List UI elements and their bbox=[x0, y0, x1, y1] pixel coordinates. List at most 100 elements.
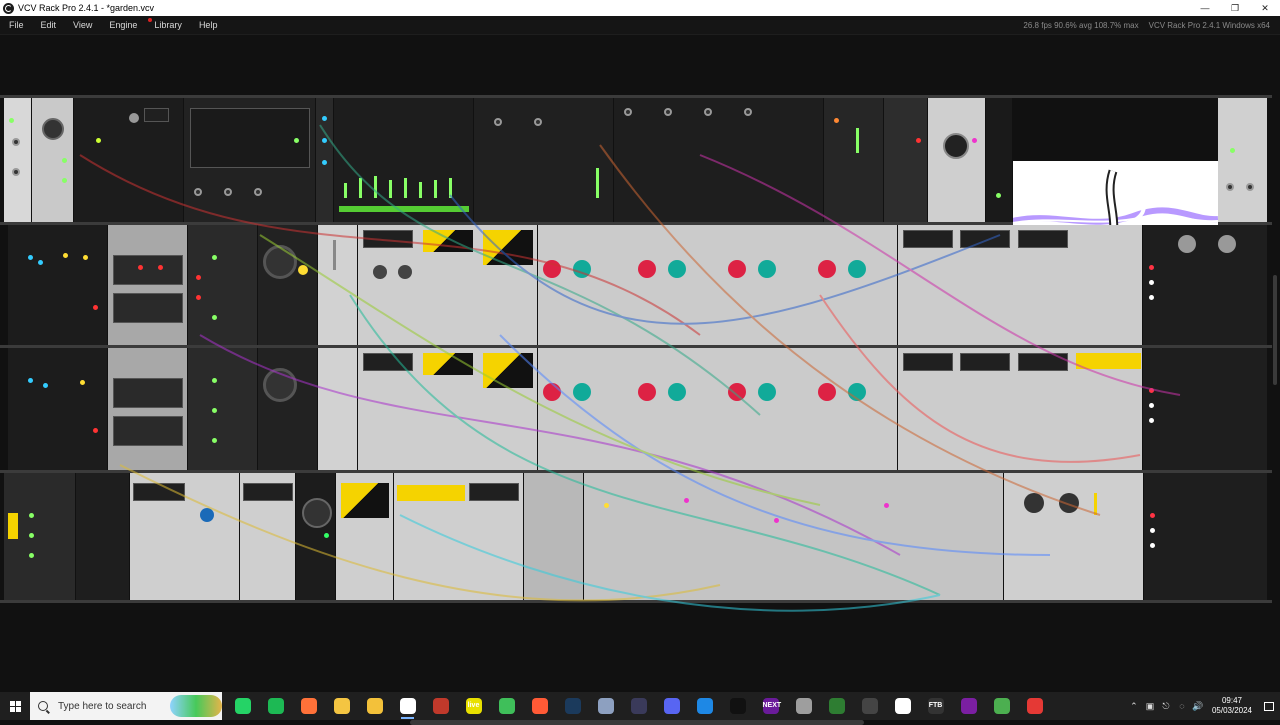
module-panel[interactable] bbox=[318, 348, 358, 470]
horizontal-scrollbar[interactable] bbox=[410, 720, 864, 725]
module-panel[interactable] bbox=[524, 473, 584, 600]
module-panel[interactable] bbox=[76, 473, 130, 600]
app-dark-icon-glyph bbox=[861, 698, 878, 714]
obs-icon-glyph bbox=[630, 698, 647, 714]
search-highlight-image bbox=[170, 695, 222, 717]
ftb-icon[interactable]: FTB bbox=[919, 692, 952, 720]
vcv-rack-app-icon bbox=[3, 2, 14, 14]
file-explorer-icon[interactable] bbox=[358, 692, 391, 720]
module-panel[interactable] bbox=[1144, 473, 1268, 600]
app-purple-icon-glyph bbox=[960, 698, 977, 714]
tool-icon-glyph bbox=[597, 698, 614, 714]
obs-icon[interactable] bbox=[622, 692, 655, 720]
app-purple-icon[interactable] bbox=[952, 692, 985, 720]
module-panel[interactable] bbox=[32, 98, 74, 222]
app-blue-icon[interactable] bbox=[688, 692, 721, 720]
module-panel[interactable] bbox=[898, 225, 1143, 345]
module-panel[interactable] bbox=[184, 98, 316, 222]
module-panel[interactable] bbox=[898, 348, 1143, 470]
module-panel[interactable] bbox=[4, 98, 32, 222]
module-panel[interactable] bbox=[318, 225, 358, 345]
module-panel[interactable] bbox=[188, 348, 258, 470]
taskbar-search[interactable]: Type here to search bbox=[30, 692, 222, 720]
module-panel[interactable] bbox=[614, 98, 824, 222]
menu-edit[interactable]: Edit bbox=[32, 20, 65, 30]
whatsapp-icon[interactable] bbox=[226, 692, 259, 720]
module-panel[interactable] bbox=[358, 348, 538, 470]
module-panel[interactable] bbox=[394, 473, 524, 600]
module-panel[interactable] bbox=[108, 348, 188, 470]
module-panel[interactable] bbox=[1218, 98, 1268, 222]
app-white-icon-glyph bbox=[894, 698, 911, 714]
volume-icon[interactable]: 🔊 bbox=[1190, 701, 1206, 712]
module-panel[interactable] bbox=[1004, 473, 1144, 600]
module-panel[interactable] bbox=[986, 98, 1013, 222]
module-panel[interactable] bbox=[358, 225, 538, 345]
module-panel[interactable] bbox=[74, 98, 184, 222]
module-panel[interactable] bbox=[1143, 348, 1268, 470]
app-dark-icon[interactable] bbox=[853, 692, 886, 720]
steam-icon[interactable] bbox=[556, 692, 589, 720]
network-adapter-icon[interactable]: ▣ bbox=[1142, 701, 1158, 712]
maximize-icon[interactable]: ❐ bbox=[1220, 0, 1250, 16]
module-panel[interactable] bbox=[130, 473, 240, 600]
rack-canvas[interactable] bbox=[0, 35, 1280, 725]
module-panel[interactable] bbox=[258, 348, 318, 470]
wifi-icon[interactable]: ◌ bbox=[1174, 701, 1190, 711]
vcv-rack-icon[interactable] bbox=[391, 692, 424, 720]
module-panel[interactable] bbox=[258, 225, 318, 345]
module-panel[interactable] bbox=[316, 98, 334, 222]
module-panel[interactable] bbox=[336, 473, 394, 600]
sequencer-module[interactable] bbox=[8, 348, 108, 470]
discord-icon[interactable] bbox=[655, 692, 688, 720]
notifications-icon[interactable] bbox=[1258, 692, 1280, 720]
version-label: VCV Rack Pro 2.4.1 Windows x64 bbox=[1148, 20, 1270, 30]
minimize-icon[interactable]: — bbox=[1190, 0, 1220, 16]
module-panel[interactable] bbox=[4, 473, 76, 600]
menu-file[interactable]: File bbox=[0, 20, 32, 30]
next-icon-glyph: NEXT bbox=[762, 698, 781, 714]
menu-library[interactable]: Library bbox=[145, 18, 190, 30]
module-panel[interactable] bbox=[188, 225, 258, 345]
shield-icon[interactable] bbox=[490, 692, 523, 720]
title-bar: VCV Rack Pro 2.4.1 - *garden.vcv — ❐ ✕ bbox=[0, 0, 1280, 16]
module-panel[interactable] bbox=[296, 473, 336, 600]
module-panel[interactable] bbox=[240, 473, 296, 600]
firefox-icon[interactable] bbox=[292, 692, 325, 720]
tool-icon[interactable] bbox=[589, 692, 622, 720]
app-red-circle-icon[interactable] bbox=[1018, 692, 1051, 720]
app-gray-icon[interactable] bbox=[787, 692, 820, 720]
capcut-icon[interactable] bbox=[721, 692, 754, 720]
app-green-icon[interactable] bbox=[820, 692, 853, 720]
mixer-module[interactable] bbox=[334, 98, 474, 222]
live-icon-glyph: live bbox=[465, 698, 482, 714]
app-white-icon[interactable] bbox=[886, 692, 919, 720]
module-panel[interactable] bbox=[884, 98, 928, 222]
rack-row-3 bbox=[0, 348, 1272, 470]
spotify-icon[interactable] bbox=[259, 692, 292, 720]
module-panel[interactable] bbox=[538, 225, 898, 345]
module-panel[interactable] bbox=[584, 473, 1004, 600]
module-panel[interactable] bbox=[1143, 225, 1268, 345]
chevron-up-icon[interactable]: ⌃ bbox=[1126, 701, 1142, 712]
app-red-icon[interactable] bbox=[424, 692, 457, 720]
colorful-app-icon[interactable] bbox=[523, 692, 556, 720]
menu-engine[interactable]: Engine bbox=[100, 20, 145, 30]
start-button[interactable] bbox=[0, 692, 30, 720]
module-panel[interactable] bbox=[108, 225, 188, 345]
usb-icon[interactable]: ⎋ bbox=[1158, 701, 1174, 712]
vertical-scrollbar[interactable] bbox=[1273, 275, 1277, 385]
mixer-module[interactable] bbox=[474, 98, 614, 222]
minecraft-icon[interactable] bbox=[985, 692, 1018, 720]
media-player-icon[interactable] bbox=[325, 692, 358, 720]
clock[interactable]: 09:47 05/03/2024 bbox=[1212, 696, 1252, 716]
live-icon[interactable]: live bbox=[457, 692, 490, 720]
menu-view[interactable]: View bbox=[64, 20, 100, 30]
sequencer-module[interactable] bbox=[8, 225, 108, 345]
menu-help[interactable]: Help bbox=[190, 20, 226, 30]
module-panel[interactable] bbox=[928, 98, 986, 222]
module-panel[interactable] bbox=[824, 98, 884, 222]
module-panel[interactable] bbox=[538, 348, 898, 470]
close-icon[interactable]: ✕ bbox=[1250, 0, 1280, 16]
next-icon[interactable]: NEXT bbox=[754, 692, 787, 720]
